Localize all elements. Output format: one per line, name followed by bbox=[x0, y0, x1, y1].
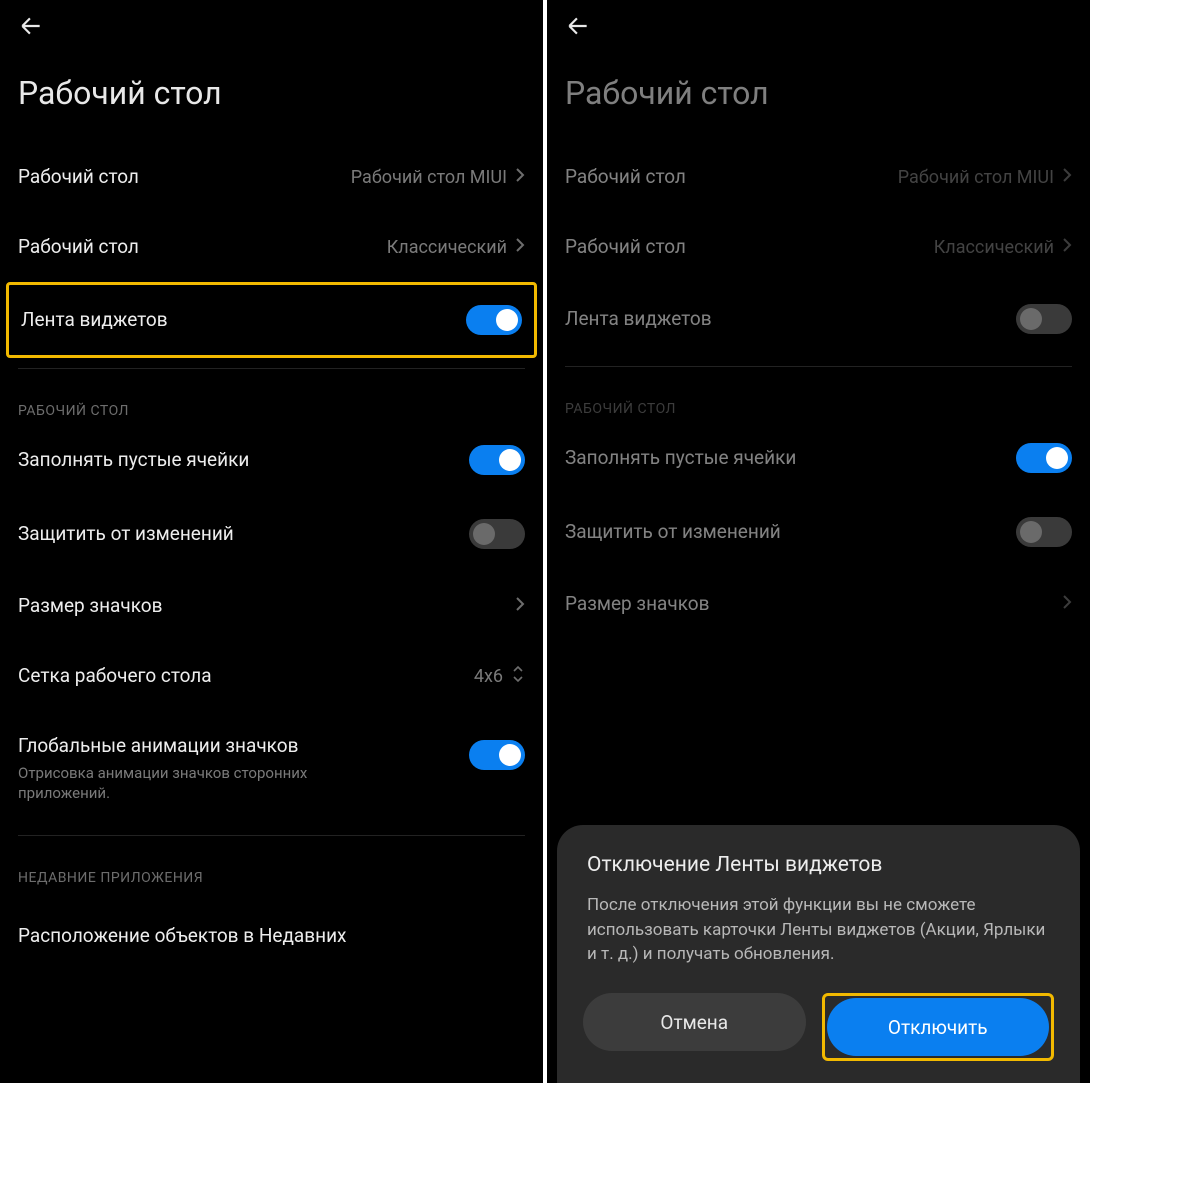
row-launcher[interactable]: Рабочий стол Рабочий стол MIUI bbox=[0, 142, 543, 212]
chevron-right-icon bbox=[1062, 237, 1072, 258]
row-recent-layout[interactable]: Расположение объектов в Недавних bbox=[0, 890, 543, 960]
screenshot-right: Рабочий стол Рабочий стол Рабочий стол M… bbox=[547, 0, 1090, 1083]
row-label: Расположение объектов в Недавних bbox=[18, 924, 346, 949]
row-label: Лента виджетов bbox=[565, 307, 712, 332]
row-value: Классический bbox=[934, 237, 1054, 258]
chevron-right-icon bbox=[1062, 167, 1072, 188]
cancel-button[interactable]: Отмена bbox=[583, 993, 806, 1051]
back-arrow-icon bbox=[565, 13, 591, 43]
toggle-global-anim[interactable] bbox=[469, 740, 525, 770]
row-icon-size[interactable]: Размер значков bbox=[0, 571, 543, 641]
row-label: Рабочий стол bbox=[565, 165, 686, 190]
dialog-title: Отключение Ленты виджетов bbox=[583, 853, 1054, 877]
back-button[interactable] bbox=[547, 0, 1090, 56]
highlight-confirm: Отключить bbox=[822, 993, 1055, 1061]
page-title: Рабочий стол bbox=[0, 56, 543, 142]
toggle-lock[interactable] bbox=[469, 519, 525, 549]
row-label: Размер значков bbox=[18, 594, 162, 619]
row-grid[interactable]: Сетка рабочего стола 4x6 bbox=[0, 641, 543, 712]
row-value: Рабочий стол MIUI bbox=[351, 167, 507, 188]
divider bbox=[565, 366, 1072, 367]
row-label: Лента виджетов bbox=[21, 308, 168, 333]
row-widget-feed[interactable]: Лента виджетов bbox=[547, 282, 1090, 356]
chevron-right-icon bbox=[515, 167, 525, 188]
row-label: Рабочий стол bbox=[18, 235, 139, 260]
chevron-right-icon bbox=[1062, 594, 1072, 615]
row-fill-cells[interactable]: Заполнять пустые ячейки bbox=[547, 421, 1090, 495]
toggle-widget-feed[interactable] bbox=[466, 305, 522, 335]
row-value: Рабочий стол MIUI bbox=[898, 167, 1054, 188]
divider bbox=[18, 835, 525, 836]
dialog-body: После отключения этой функции вы не смож… bbox=[583, 893, 1054, 967]
row-subtitle: Отрисовка анимации значков сторонних при… bbox=[18, 763, 348, 804]
toggle-widget-feed[interactable] bbox=[1016, 304, 1072, 334]
row-value: Классический bbox=[387, 237, 507, 258]
row-lock[interactable]: Защитить от изменений bbox=[0, 497, 543, 571]
section-recent: НЕДАВНИЕ ПРИЛОЖЕНИЯ bbox=[0, 846, 543, 890]
section-desktop: РАБОЧИЙ СТОЛ bbox=[0, 379, 543, 423]
confirm-dialog: Отключение Ленты виджетов После отключен… bbox=[557, 825, 1080, 1083]
back-button[interactable] bbox=[0, 0, 543, 56]
screenshot-left: Рабочий стол Рабочий стол Рабочий стол M… bbox=[0, 0, 543, 1083]
row-label: Рабочий стол bbox=[18, 165, 139, 190]
chevron-right-icon bbox=[515, 237, 525, 258]
row-label: Рабочий стол bbox=[565, 235, 686, 260]
row-label: Защитить от изменений bbox=[18, 522, 234, 547]
row-label: Защитить от изменений bbox=[565, 520, 781, 545]
stepper-icon bbox=[511, 663, 525, 690]
back-arrow-icon bbox=[18, 13, 44, 43]
toggle-lock[interactable] bbox=[1016, 517, 1072, 547]
toggle-fill-cells[interactable] bbox=[1016, 443, 1072, 473]
row-label: Заполнять пустые ячейки bbox=[18, 448, 249, 473]
section-desktop: РАБОЧИЙ СТОЛ bbox=[547, 377, 1090, 421]
row-label: Заполнять пустые ячейки bbox=[565, 446, 796, 471]
row-global-anim[interactable]: Глобальные анимации значков Отрисовка ан… bbox=[0, 712, 543, 825]
row-label: Сетка рабочего стола bbox=[18, 664, 212, 689]
row-label: Размер значков bbox=[565, 592, 709, 617]
row-lock[interactable]: Защитить от изменений bbox=[547, 495, 1090, 569]
row-value: 4x6 bbox=[474, 666, 503, 687]
page-title: Рабочий стол bbox=[547, 56, 1090, 142]
row-icon-size[interactable]: Размер значков bbox=[547, 569, 1090, 639]
chevron-right-icon bbox=[515, 596, 525, 617]
toggle-fill-cells[interactable] bbox=[469, 445, 525, 475]
divider bbox=[18, 368, 525, 369]
row-fill-cells[interactable]: Заполнять пустые ячейки bbox=[0, 423, 543, 497]
highlight-widget-feed: Лента виджетов bbox=[6, 282, 537, 358]
row-launcher[interactable]: Рабочий стол Рабочий стол MIUI bbox=[547, 142, 1090, 212]
row-mode[interactable]: Рабочий стол Классический bbox=[0, 212, 543, 282]
row-widget-feed[interactable]: Лента виджетов bbox=[9, 285, 534, 355]
row-label: Глобальные анимации значков bbox=[18, 734, 348, 759]
confirm-button[interactable]: Отключить bbox=[827, 998, 1050, 1056]
row-mode[interactable]: Рабочий стол Классический bbox=[547, 212, 1090, 282]
